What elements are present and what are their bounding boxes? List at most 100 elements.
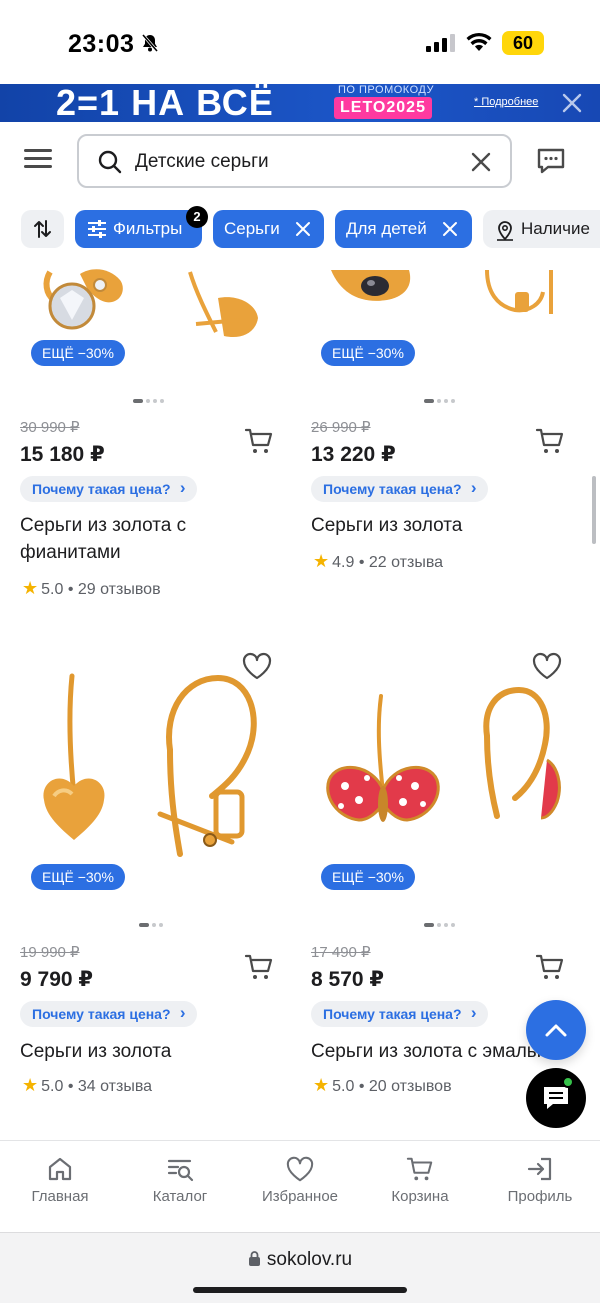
heart-icon bbox=[286, 1156, 314, 1182]
search-icon bbox=[98, 150, 122, 174]
product-card[interactable]: ЕЩЁ −30% 26 990 ₽ 13 220 ₽ Почему такая … bbox=[311, 254, 583, 614]
old-price: 30 990 ₽ bbox=[20, 419, 80, 436]
reviews-count: 34 отзыва bbox=[77, 1078, 153, 1095]
price: 15 180 ₽ bbox=[20, 443, 105, 466]
nav-home-label: Главная bbox=[31, 1188, 89, 1205]
rating-value: 5.0 bbox=[41, 1078, 64, 1095]
nav-cart[interactable]: Корзина bbox=[360, 1155, 480, 1205]
earrings-chip-label: Серьги bbox=[224, 219, 280, 238]
product-rating: ★ 5.0 • 34 отзыва bbox=[22, 1075, 153, 1095]
favorite-heart-icon[interactable] bbox=[242, 652, 272, 680]
filters-chip[interactable]: Фильтры bbox=[75, 210, 202, 248]
discount-badge: ЕЩЁ −30% bbox=[321, 864, 415, 890]
hamburger-icon bbox=[24, 149, 52, 152]
status-bar: 23:03 60 bbox=[0, 0, 600, 84]
product-name[interactable]: Серьги из золота bbox=[311, 512, 551, 539]
cart-icon bbox=[406, 1157, 433, 1181]
search-input[interactable]: Детские серьги bbox=[135, 151, 269, 173]
rating-value: 4.9 bbox=[332, 554, 355, 571]
close-icon[interactable] bbox=[561, 92, 583, 114]
old-price: 17 490 ₽ bbox=[311, 944, 371, 961]
chevron-up-icon bbox=[545, 1024, 567, 1037]
image-carousel-dots bbox=[424, 392, 458, 403]
star-icon: ★ bbox=[313, 1075, 330, 1095]
image-carousel-dots bbox=[139, 916, 166, 927]
product-name[interactable]: Серьги из золота с фианитами bbox=[20, 512, 250, 566]
rating-value: 5.0 bbox=[332, 1078, 355, 1095]
favorite-heart-icon[interactable] bbox=[532, 652, 562, 680]
reviews-count: 22 отзыва bbox=[368, 554, 444, 571]
url-display[interactable]: sokolov.ru bbox=[0, 1249, 600, 1271]
scrollbar[interactable] bbox=[592, 476, 596, 544]
status-time: 23:03 bbox=[68, 30, 135, 58]
product-card[interactable]: ЕЩЁ −30% 19 990 ₽ 9 790 ₽ Почему такая ц… bbox=[20, 640, 292, 1100]
nav-favorites[interactable]: Избранное bbox=[240, 1155, 360, 1205]
bottom-navigation: Главная Каталог Избранное Корзина Профил… bbox=[0, 1140, 600, 1232]
star-icon: ★ bbox=[313, 551, 330, 571]
nav-catalog[interactable]: Каталог bbox=[120, 1155, 240, 1205]
why-this-price-button[interactable]: Почему такая цена? bbox=[311, 1000, 488, 1027]
promo-label: ПО ПРОМОКОДУ bbox=[338, 84, 434, 96]
map-pin-icon bbox=[497, 221, 513, 241]
product-name[interactable]: Серьги из золота bbox=[20, 1038, 260, 1065]
price: 13 220 ₽ bbox=[311, 443, 396, 466]
nav-profile[interactable]: Профиль bbox=[480, 1155, 600, 1205]
add-to-cart-icon[interactable] bbox=[244, 426, 274, 456]
availability-chip[interactable]: Наличие bbox=[483, 210, 600, 248]
remove-chip-icon[interactable] bbox=[295, 221, 311, 237]
filter-sliders-icon bbox=[88, 220, 106, 238]
header: Детские серьги bbox=[0, 122, 600, 198]
promo-headline: 2=1 НА ВСЁ bbox=[56, 84, 274, 122]
price: 8 570 ₽ bbox=[311, 968, 384, 991]
sort-button[interactable] bbox=[21, 210, 64, 248]
add-to-cart-icon[interactable] bbox=[535, 952, 565, 982]
scroll-to-top-button[interactable] bbox=[526, 1000, 586, 1060]
remove-chip-icon[interactable] bbox=[442, 221, 458, 237]
image-carousel-dots bbox=[133, 392, 167, 403]
home-indicator[interactable] bbox=[193, 1287, 407, 1293]
nav-home[interactable]: Главная bbox=[0, 1155, 120, 1205]
lock-icon bbox=[248, 1251, 260, 1266]
star-icon: ★ bbox=[22, 1075, 39, 1095]
for-kids-chip-label: Для детей bbox=[346, 219, 427, 238]
product-rating: ★ 5.0 • 20 отзывов bbox=[313, 1075, 452, 1095]
add-to-cart-icon[interactable] bbox=[244, 952, 274, 982]
image-carousel-dots bbox=[424, 916, 458, 927]
clear-search-icon[interactable] bbox=[469, 150, 493, 174]
discount-badge: ЕЩЁ −30% bbox=[31, 864, 125, 890]
filters-chip-label: Фильтры bbox=[113, 219, 183, 238]
discount-badge: ЕЩЁ −30% bbox=[321, 340, 415, 366]
menu-button[interactable] bbox=[24, 149, 52, 171]
add-to-cart-icon[interactable] bbox=[535, 426, 565, 456]
online-status-dot bbox=[562, 1076, 574, 1088]
availability-chip-label: Наличие bbox=[521, 219, 590, 238]
browser-address-bar[interactable]: sokolov.ru bbox=[0, 1232, 600, 1303]
message-icon[interactable] bbox=[536, 146, 566, 176]
reviews-count: 29 отзывов bbox=[77, 581, 161, 598]
product-rating: ★ 5.0 • 29 отзывов bbox=[22, 578, 161, 598]
url-text: sokolov.ru bbox=[266, 1249, 353, 1270]
product-rating: ★ 4.9 • 22 отзыва bbox=[313, 551, 444, 571]
reviews-count: 20 отзывов bbox=[368, 1078, 452, 1095]
discount-badge: ЕЩЁ −30% bbox=[31, 340, 125, 366]
nav-favorites-label: Избранное bbox=[261, 1188, 339, 1205]
price: 9 790 ₽ bbox=[20, 968, 93, 991]
promo-banner[interactable]: 2=1 НА ВСЁ ПО ПРОМОКОДУ LETO2025 * Подро… bbox=[0, 84, 600, 122]
filter-chips: Фильтры 2 Серьги Для детей Наличие bbox=[0, 206, 600, 254]
why-this-price-button[interactable]: Почему такая цена? bbox=[311, 475, 488, 502]
old-price: 26 990 ₽ bbox=[311, 419, 371, 436]
why-this-price-button[interactable]: Почему такая цена? bbox=[20, 1000, 197, 1027]
cellular-signal-icon bbox=[426, 34, 455, 52]
sort-icon bbox=[34, 220, 51, 238]
support-chat-button[interactable] bbox=[526, 1068, 586, 1128]
for-kids-chip[interactable]: Для детей bbox=[335, 210, 472, 248]
nav-catalog-label: Каталог bbox=[152, 1188, 208, 1205]
why-this-price-button[interactable]: Почему такая цена? bbox=[20, 475, 197, 502]
login-icon bbox=[527, 1157, 552, 1181]
product-card[interactable]: ЕЩЁ −30% 30 990 ₽ 15 180 ₽ Почему такая … bbox=[20, 254, 292, 614]
promo-more-link[interactable]: * Подробнее bbox=[474, 96, 538, 108]
promo-code: LETO2025 bbox=[334, 97, 432, 119]
search-field[interactable]: Детские серьги bbox=[77, 134, 512, 188]
earrings-chip[interactable]: Серьги bbox=[213, 210, 324, 248]
star-icon: ★ bbox=[22, 578, 39, 598]
